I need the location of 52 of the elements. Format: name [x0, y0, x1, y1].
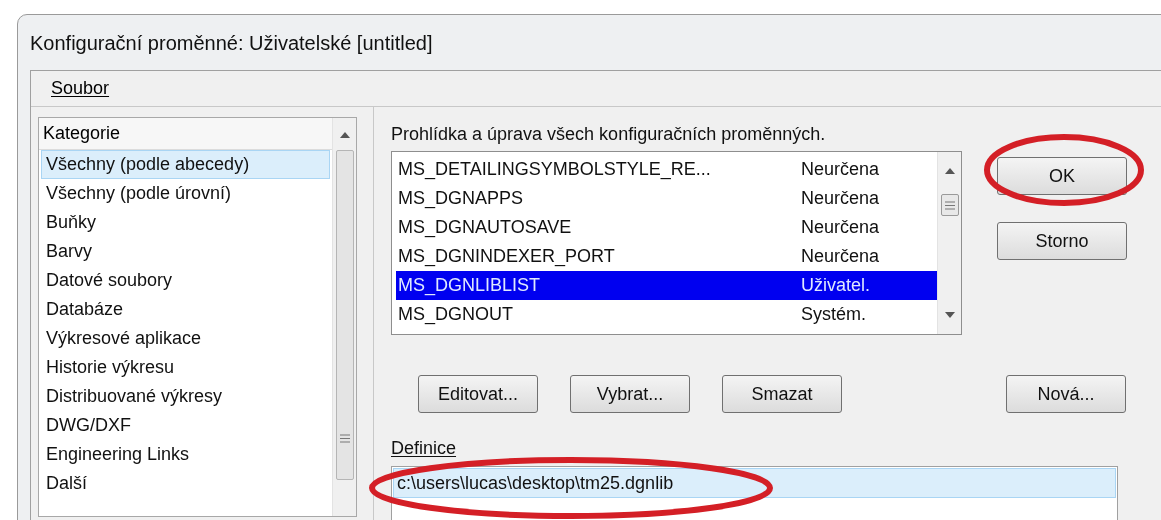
definition-value: c:\users\lucas\desktop\tm25.dgnlib — [397, 471, 674, 495]
variable-row[interactable]: MS_DGNAPPS Neurčena — [396, 184, 937, 213]
variable-level: Neurčena — [801, 187, 880, 210]
category-item[interactable]: DWG/DXF — [41, 411, 330, 440]
variable-row[interactable]: MS_DGNINDEXER_PORT Neurčena — [396, 242, 937, 271]
scroll-up-icon[interactable] — [944, 168, 955, 174]
variable-level: Neurčena — [801, 245, 880, 268]
category-item[interactable]: Databáze — [41, 295, 330, 324]
variable-level: Systém. — [801, 303, 866, 326]
category-item[interactable]: Distribuované výkresy — [41, 382, 330, 411]
grip-icon — [944, 200, 955, 210]
grip-icon — [339, 434, 350, 443]
dialog-button[interactable]: OK — [997, 157, 1127, 195]
variable-row[interactable]: MS_DGNOUT Systém. — [396, 300, 937, 329]
description-text: Prohlídka a úprava všech konfiguračních proměnných. — [391, 123, 827, 146]
definition-label: Definice — [391, 437, 457, 460]
variable-name: MS_DGNLIBLIST — [397, 274, 542, 298]
category-item[interactable]: Všechny (podle úrovní) — [41, 179, 330, 208]
variable-name: MS_DGNINDEXER_PORT — [397, 245, 616, 269]
category-item[interactable]: Další — [41, 469, 330, 498]
variable-name: MS_DETAILINGSYMBOLSTYLE_RE... — [397, 158, 712, 182]
variable-level: Neurčena — [801, 216, 880, 239]
scrollbar[interactable] — [937, 152, 961, 334]
dialog-button[interactable]: Editovat... — [418, 375, 538, 413]
scroll-thumb[interactable] — [940, 194, 959, 216]
category-item[interactable]: Datové soubory — [41, 266, 330, 295]
scrollbar[interactable] — [332, 118, 356, 516]
category-item[interactable]: Engineering Links — [41, 440, 330, 469]
variable-level: Neurčena — [801, 158, 880, 181]
category-item[interactable]: Buňky — [41, 208, 330, 237]
window-title: Konfigurační proměnné: Uživatelské [untitled] — [30, 30, 434, 56]
variable-name: MS_DGNAUTOSAVE — [397, 216, 573, 240]
dialog-button[interactable]: Vybrat... — [570, 375, 690, 413]
category-item[interactable]: Historie výkresu — [41, 353, 330, 382]
variable-row[interactable]: MS_DGNAUTOSAVE Neurčena — [396, 213, 937, 242]
variable-level: Uživatel. — [801, 274, 871, 297]
dialog-button[interactable]: Storno — [997, 222, 1127, 260]
scroll-up-icon[interactable] — [339, 132, 350, 138]
scroll-down-icon[interactable] — [944, 312, 955, 318]
variable-row[interactable]: MS_DETAILINGSYMBOLSTYLE_RE... Neurčena — [396, 155, 937, 184]
variable-row[interactable]: MS_DGNLIBLIST Uživatel. — [396, 271, 937, 300]
scroll-thumb[interactable] — [335, 150, 354, 480]
category-item[interactable]: Barvy — [41, 237, 330, 266]
column-header[interactable]: Kategorie — [39, 118, 332, 150]
dialog-button[interactable]: Nová... — [1006, 375, 1126, 413]
dialog-button[interactable]: Smazat — [722, 375, 842, 413]
category-item[interactable]: Výkresové aplikace — [41, 324, 330, 353]
menu-item[interactable]: Soubor — [51, 75, 110, 102]
variable-name: MS_DGNOUT — [397, 303, 514, 327]
definition-field[interactable]: c:\users\lucas\desktop\tm25.dgnlib — [391, 466, 1118, 520]
category-item[interactable]: Všechny (podle abecedy) — [41, 150, 330, 179]
variable-name: MS_DGNAPPS — [397, 187, 525, 211]
